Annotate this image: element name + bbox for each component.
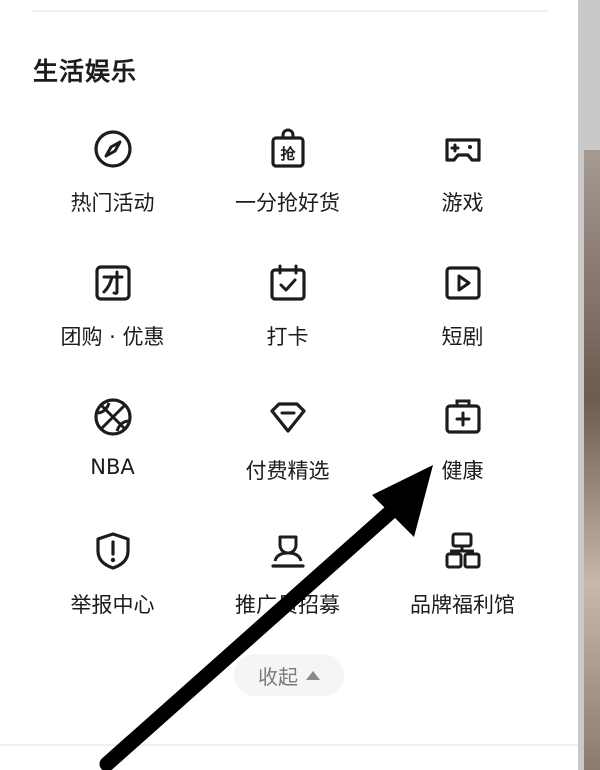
gamepad-icon	[444, 138, 481, 162]
shortcut-label: 举报中心	[70, 593, 155, 617]
section-title: 生活娱乐	[33, 57, 138, 86]
shortcut-promoter-recruit[interactable]: 推广员招募	[200, 522, 375, 632]
svg-text:抢: 抢	[280, 145, 296, 163]
compass-icon	[93, 130, 132, 168]
shortcut-label: 短剧	[441, 325, 484, 349]
background-image	[584, 150, 600, 770]
shortcut-label: 付费精选	[245, 459, 330, 483]
shortcut-label: 品牌福利馆	[410, 593, 515, 617]
shortcut-label: 推广员招募	[235, 593, 340, 617]
background-video-edge	[578, 0, 600, 770]
shortcut-nba[interactable]: NBA	[25, 388, 200, 498]
shortcut-check-in[interactable]: 打卡	[200, 254, 375, 364]
shield-alert-icon	[95, 532, 130, 570]
shortcut-report-center[interactable]: 举报中心	[25, 522, 200, 632]
caret-up-icon	[306, 670, 320, 680]
bottom-divider	[0, 744, 578, 746]
life-entertainment-panel: 生活娱乐 热门活动 抢 一分抢好货 游戏 团购 · 优惠 打卡 短剧 NBA 付…	[0, 0, 578, 770]
shortcut-group-buy[interactable]: 团购 · 优惠	[25, 254, 200, 364]
diamond-icon	[269, 402, 306, 433]
group-buy-icon	[94, 265, 131, 301]
shortcut-brand-benefits[interactable]: 品牌福利馆	[375, 522, 550, 632]
collapse-label: 收起	[258, 664, 298, 689]
shortcut-paid-picks[interactable]: 付费精选	[200, 388, 375, 498]
medical-kit-icon	[444, 399, 481, 434]
shortcut-flash-deals[interactable]: 抢 一分抢好货	[200, 120, 375, 230]
shortcut-short-drama[interactable]: 短剧	[375, 254, 550, 364]
shortcut-health[interactable]: 健康	[375, 388, 550, 498]
shortcut-label: 团购 · 优惠	[60, 325, 165, 349]
shopping-bag-icon: 抢	[270, 128, 305, 168]
shortcut-games[interactable]: 游戏	[375, 120, 550, 230]
shortcut-hot-activities[interactable]: 热门活动	[25, 120, 200, 230]
play-icon	[444, 266, 481, 300]
basketball-icon	[93, 398, 132, 436]
shortcut-label: 热门活动	[70, 191, 155, 215]
calendar-check-icon	[269, 264, 306, 301]
top-divider	[32, 10, 548, 12]
user-icon	[270, 535, 305, 568]
shortcut-label: 游戏	[441, 191, 484, 215]
shortcut-label: 健康	[441, 459, 484, 483]
shortcut-label: NBA	[90, 455, 135, 479]
collapse-button[interactable]: 收起	[234, 654, 344, 696]
brand-grid-icon	[445, 532, 480, 569]
shortcut-label: 一分抢好货	[235, 191, 340, 215]
shortcut-label: 打卡	[266, 325, 309, 349]
